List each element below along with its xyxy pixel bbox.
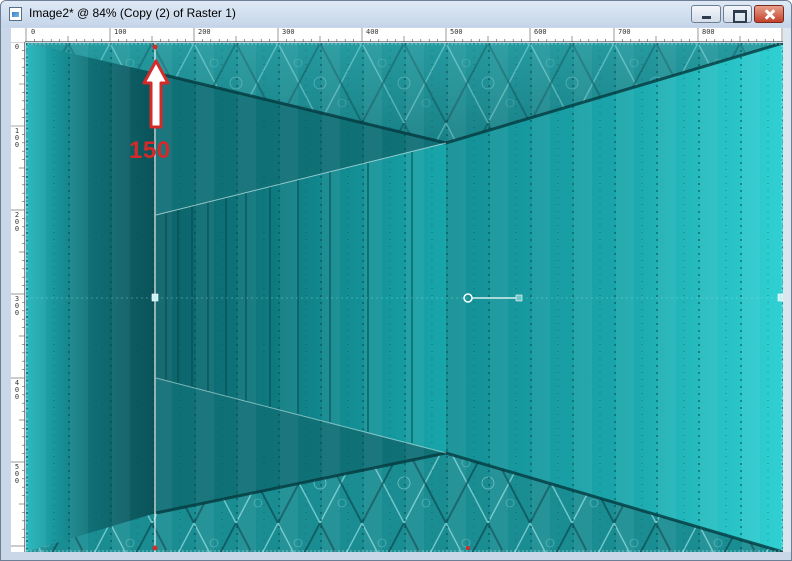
ruler-left-label-500: 500: [14, 463, 20, 485]
ruler-top-label-600: 600: [534, 28, 547, 36]
arrow-up-icon: [142, 59, 170, 129]
horizontal-ruler[interactable]: 0 100 200 300 400 500 600 700 800: [11, 28, 783, 42]
maximize-button[interactable]: [723, 5, 752, 23]
ruler-corner: [11, 28, 25, 42]
ruler-left-label-200: 200: [14, 211, 20, 233]
ruler-top-label-500: 500: [450, 28, 463, 36]
ruler-left-label-400: 400: [14, 379, 20, 401]
canvas-artwork: [26, 43, 783, 552]
window-bottom-edge: [1, 552, 791, 560]
horizontal-ruler-ticks: [25, 28, 783, 42]
ruler-top-label-800: 800: [702, 28, 715, 36]
ruler-top-label-300: 300: [282, 28, 295, 36]
minimize-button[interactable]: [691, 5, 721, 23]
ruler-left-label-300: 300: [14, 295, 20, 317]
title-bar[interactable]: Image2* @ 84% (Copy (2) of Raster 1): [1, 1, 791, 27]
close-button[interactable]: [754, 5, 784, 23]
ruler-top-label-100: 100: [114, 28, 127, 36]
image-file-icon: [9, 7, 22, 21]
image-canvas[interactable]: [26, 43, 783, 552]
vertical-scrollbar[interactable]: [783, 28, 791, 552]
ruler-top-label-400: 400: [366, 28, 379, 36]
ruler-left-label-0: 0: [14, 43, 20, 51]
annotation-label: 150: [129, 137, 171, 164]
image-window: Image2* @ 84% (Copy (2) of Raster 1) 0 1…: [0, 0, 792, 561]
window-title: Image2* @ 84% (Copy (2) of Raster 1): [29, 6, 236, 20]
ruler-top-label-200: 200: [198, 28, 211, 36]
vertical-ruler[interactable]: 0 100 200 300 400 500: [11, 42, 25, 552]
ruler-top-label-0: 0: [31, 28, 36, 36]
ruler-left-label-100: 100: [14, 127, 20, 149]
ruler-top-label-700: 700: [618, 28, 631, 36]
